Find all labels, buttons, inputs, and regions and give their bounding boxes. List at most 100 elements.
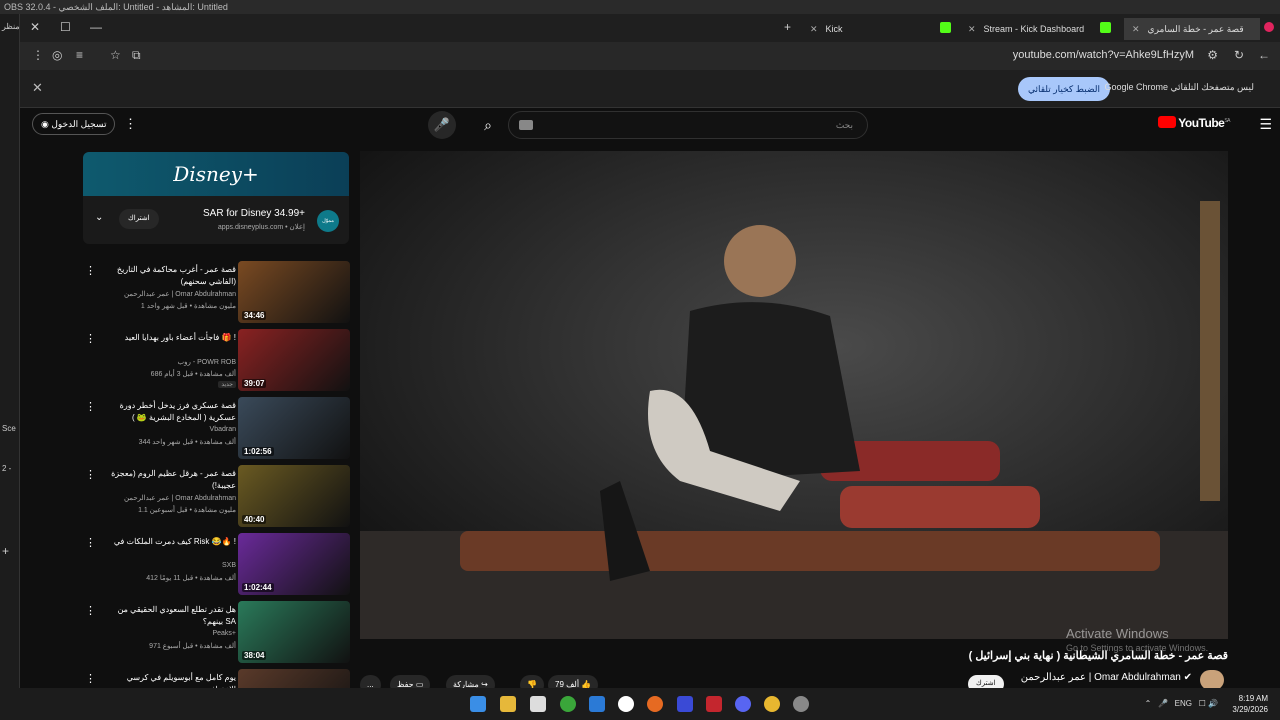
keyboard-icon[interactable]: [519, 120, 533, 130]
clock[interactable]: 8:19 AM 3/29/2026: [1232, 693, 1268, 715]
item-menu-icon[interactable]: ⋮: [85, 400, 96, 413]
close-infobar-icon[interactable]: ✕: [32, 80, 43, 96]
save-label: حفظ: [397, 680, 414, 688]
video-item-title[interactable]: قصة عمر - هرقل عظيم الروم (معجزة عجيبة!): [96, 468, 236, 492]
video-item-channel[interactable]: Peaks+: [212, 630, 236, 637]
start-icon[interactable]: [470, 696, 486, 712]
rug: [460, 531, 1160, 571]
list-item[interactable]: ⋮يوم كامل مع أبوسويلم في كرسي الاعتراف: [83, 669, 353, 688]
share-button[interactable]: مشاركة ↪: [446, 675, 495, 688]
obs-icon[interactable]: [618, 696, 634, 712]
app-icon[interactable]: [793, 696, 809, 712]
search-input[interactable]: بحث: [508, 111, 868, 139]
video-thumbnail[interactable]: 38:04: [238, 601, 350, 663]
tab-search-icon[interactable]: ≡: [76, 48, 83, 62]
item-menu-icon[interactable]: ⋮: [85, 264, 96, 277]
dislike-button[interactable]: 👎: [520, 675, 544, 688]
watermark-line1: Activate Windows: [1066, 626, 1169, 641]
video-item-title[interactable]: قصة عمر - أغرب محاكمة في التاريخ (الفاشي…: [96, 264, 236, 288]
firefox-icon[interactable]: [647, 696, 663, 712]
store-icon[interactable]: [530, 696, 546, 712]
channel-name[interactable]: عمر عبدالرحمن | Omar Abdulrahman ✔: [1021, 672, 1192, 683]
item-menu-icon[interactable]: ⋮: [85, 536, 96, 549]
item-menu-icon[interactable]: ⋮: [85, 332, 96, 345]
channel-avatar[interactable]: [1200, 670, 1224, 688]
profile-icon[interactable]: ◎: [52, 48, 62, 62]
video-item-title[interactable]: يوم كامل مع أبوسويلم في كرسي الاعتراف: [96, 672, 236, 688]
video-item-channel[interactable]: SXB: [222, 562, 236, 569]
list-item[interactable]: ⋮ 38:04 هل تقدر تطلع السعودي الحقيقي من بي…: [83, 601, 353, 665]
sign-in-label: تسجيل الدخول: [51, 119, 107, 129]
save-button[interactable]: حفظ ▭: [390, 675, 431, 688]
voice-search-icon[interactable]: 🎤: [428, 111, 456, 139]
discord-icon[interactable]: [735, 696, 751, 712]
reload-icon[interactable]: ↻: [1234, 48, 1244, 62]
install-icon[interactable]: ⧉: [132, 48, 141, 63]
file-explorer-icon[interactable]: [500, 696, 516, 712]
list-item[interactable]: ⋮ 34:46 قصة عمر - أغرب محاكمة في التاريخ (…: [83, 261, 353, 325]
video-item-title[interactable]: قصة عسكري فرز يدخل أخطر دورة عسكرية ( ال…: [96, 400, 236, 424]
list-item[interactable]: ⋮ 39:07 فاجأت أعضاء باور بهدايا العيد 🎁 ! ر…: [83, 329, 353, 393]
video-thumbnail[interactable]: 1:02:44: [238, 533, 350, 595]
video-thumbnail[interactable]: 39:07: [238, 329, 350, 391]
back-icon[interactable]: ←: [1258, 48, 1270, 62]
video-player[interactable]: [360, 151, 1228, 639]
tab-youtube-video[interactable]: ✕ قصة عمر - خطة السامري ...: [1124, 18, 1260, 40]
tab-kick[interactable]: ✕ Kick: [810, 18, 843, 40]
system-tray[interactable]: ⌃ 🎤 ENG ☐ 🔊: [1145, 699, 1218, 708]
share-icon: ↪: [481, 680, 488, 688]
video-thumbnail[interactable]: 40:40: [238, 465, 350, 527]
outlook-icon[interactable]: [589, 696, 605, 712]
item-menu-icon[interactable]: ⋮: [85, 672, 96, 685]
xbox-icon[interactable]: [560, 696, 576, 712]
tab-kick-dashboard[interactable]: ✕ Stream - Kick Dashboard: [968, 18, 1084, 40]
subscribe-button[interactable]: اشترك: [968, 675, 1004, 688]
obs-side-label[interactable]: Sce: [2, 424, 16, 433]
list-item[interactable]: ⋮ 40:40 قصة عمر - هرقل عظيم الروم (معجزة ع…: [83, 465, 353, 529]
obs-add-icon[interactable]: +: [2, 544, 9, 558]
search-icon[interactable]: ⌕: [474, 111, 502, 139]
video-item-channel[interactable]: عمر عبدالرحمن | Omar Abdulrahman: [124, 494, 236, 502]
settings-menu-icon[interactable]: ⋮: [124, 116, 137, 132]
close-window-icon[interactable]: ✕: [30, 20, 40, 34]
site-info-icon[interactable]: ⚙: [1207, 48, 1218, 62]
video-thumbnail[interactable]: [238, 669, 350, 688]
chevron-down-icon[interactable]: ⌄: [95, 212, 103, 223]
tab-close-icon[interactable]: ✕: [968, 24, 976, 34]
ad-card[interactable]: Disney+ ⌄ اشتراك SAR for Disney 34.99+ a…: [83, 152, 349, 244]
sign-in-button[interactable]: ◉ تسجيل الدخول: [32, 113, 116, 135]
app-icon[interactable]: [677, 696, 693, 712]
new-tab-icon[interactable]: +: [784, 20, 791, 34]
video-item-channel[interactable]: عمر عبدالرحمن | Omar Abdulrahman: [124, 290, 236, 298]
ad-banner[interactable]: Disney+: [83, 152, 349, 196]
url-field[interactable]: youtube.com/watch?v=Ahke9LfHzyM: [1013, 49, 1194, 61]
youtube-logo[interactable]: YouTubeSA: [1158, 116, 1230, 130]
video-thumbnail[interactable]: 1:02:56: [238, 397, 350, 459]
video-item-channel[interactable]: Vbadran: [210, 426, 236, 433]
hamburger-menu-icon[interactable]: ☰: [1259, 116, 1272, 133]
set-default-button[interactable]: الضبط كخيار تلقائي: [1018, 77, 1110, 101]
ad-title[interactable]: SAR for Disney 34.99+: [203, 208, 305, 219]
tab-close-icon[interactable]: ✕: [810, 24, 818, 34]
more-actions-button[interactable]: ...: [360, 675, 381, 688]
menu-icon[interactable]: ⋮: [32, 48, 44, 62]
minimize-icon[interactable]: —: [90, 20, 102, 34]
ad-cta-button[interactable]: اشتراك: [119, 209, 159, 229]
app-icon[interactable]: [706, 696, 722, 712]
chrome-icon[interactable]: [764, 696, 780, 712]
bookmark-star-icon[interactable]: ☆: [110, 48, 121, 62]
list-item[interactable]: ⋮ 1:02:44 كيف دمرت الملكات في Risk 😂🔥 ! SXB…: [83, 533, 353, 597]
language-indicator[interactable]: ENG: [1175, 699, 1192, 708]
like-button[interactable]: 79 ألف 👍: [548, 675, 599, 688]
video-item-title[interactable]: كيف دمرت الملكات في Risk 😂🔥 !: [96, 536, 236, 548]
tab-close-icon[interactable]: ✕: [1132, 24, 1140, 34]
video-thumbnail[interactable]: 34:46: [238, 261, 350, 323]
item-menu-icon[interactable]: ⋮: [85, 604, 96, 617]
video-item-channel[interactable]: روب - POWR ROB: [178, 358, 236, 366]
item-menu-icon[interactable]: ⋮: [85, 468, 96, 481]
maximize-icon[interactable]: ☐: [60, 20, 71, 34]
video-item-title[interactable]: فاجأت أعضاء باور بهدايا العيد 🎁 !: [96, 332, 236, 344]
video-item-title[interactable]: هل تقدر تطلع السعودي الحقيقي من بينهم؟ S…: [96, 604, 236, 628]
browser-tab-bar: ✕ ☐ — + ✕ Kick ✕ Stream - Kick Dashboard ✕…: [20, 14, 1280, 42]
list-item[interactable]: ⋮ 1:02:56 قصة عسكري فرز يدخل أخطر دورة عسك…: [83, 397, 353, 461]
